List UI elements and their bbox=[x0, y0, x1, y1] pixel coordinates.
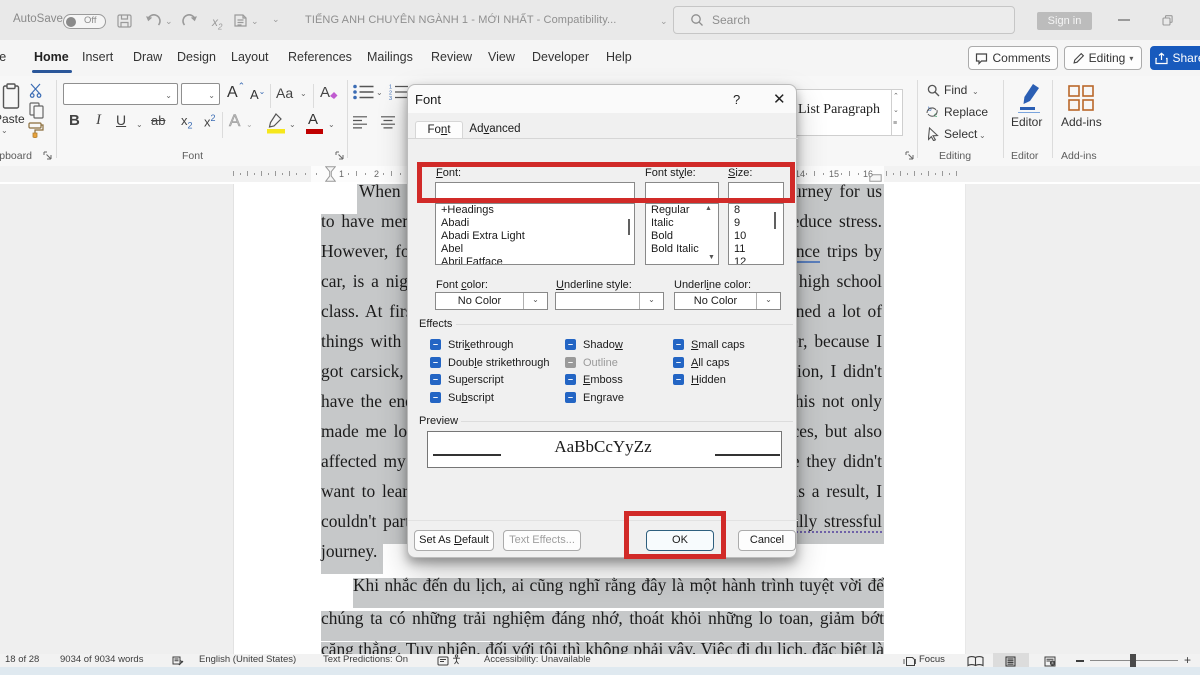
svg-text:3: 3 bbox=[389, 96, 392, 100]
